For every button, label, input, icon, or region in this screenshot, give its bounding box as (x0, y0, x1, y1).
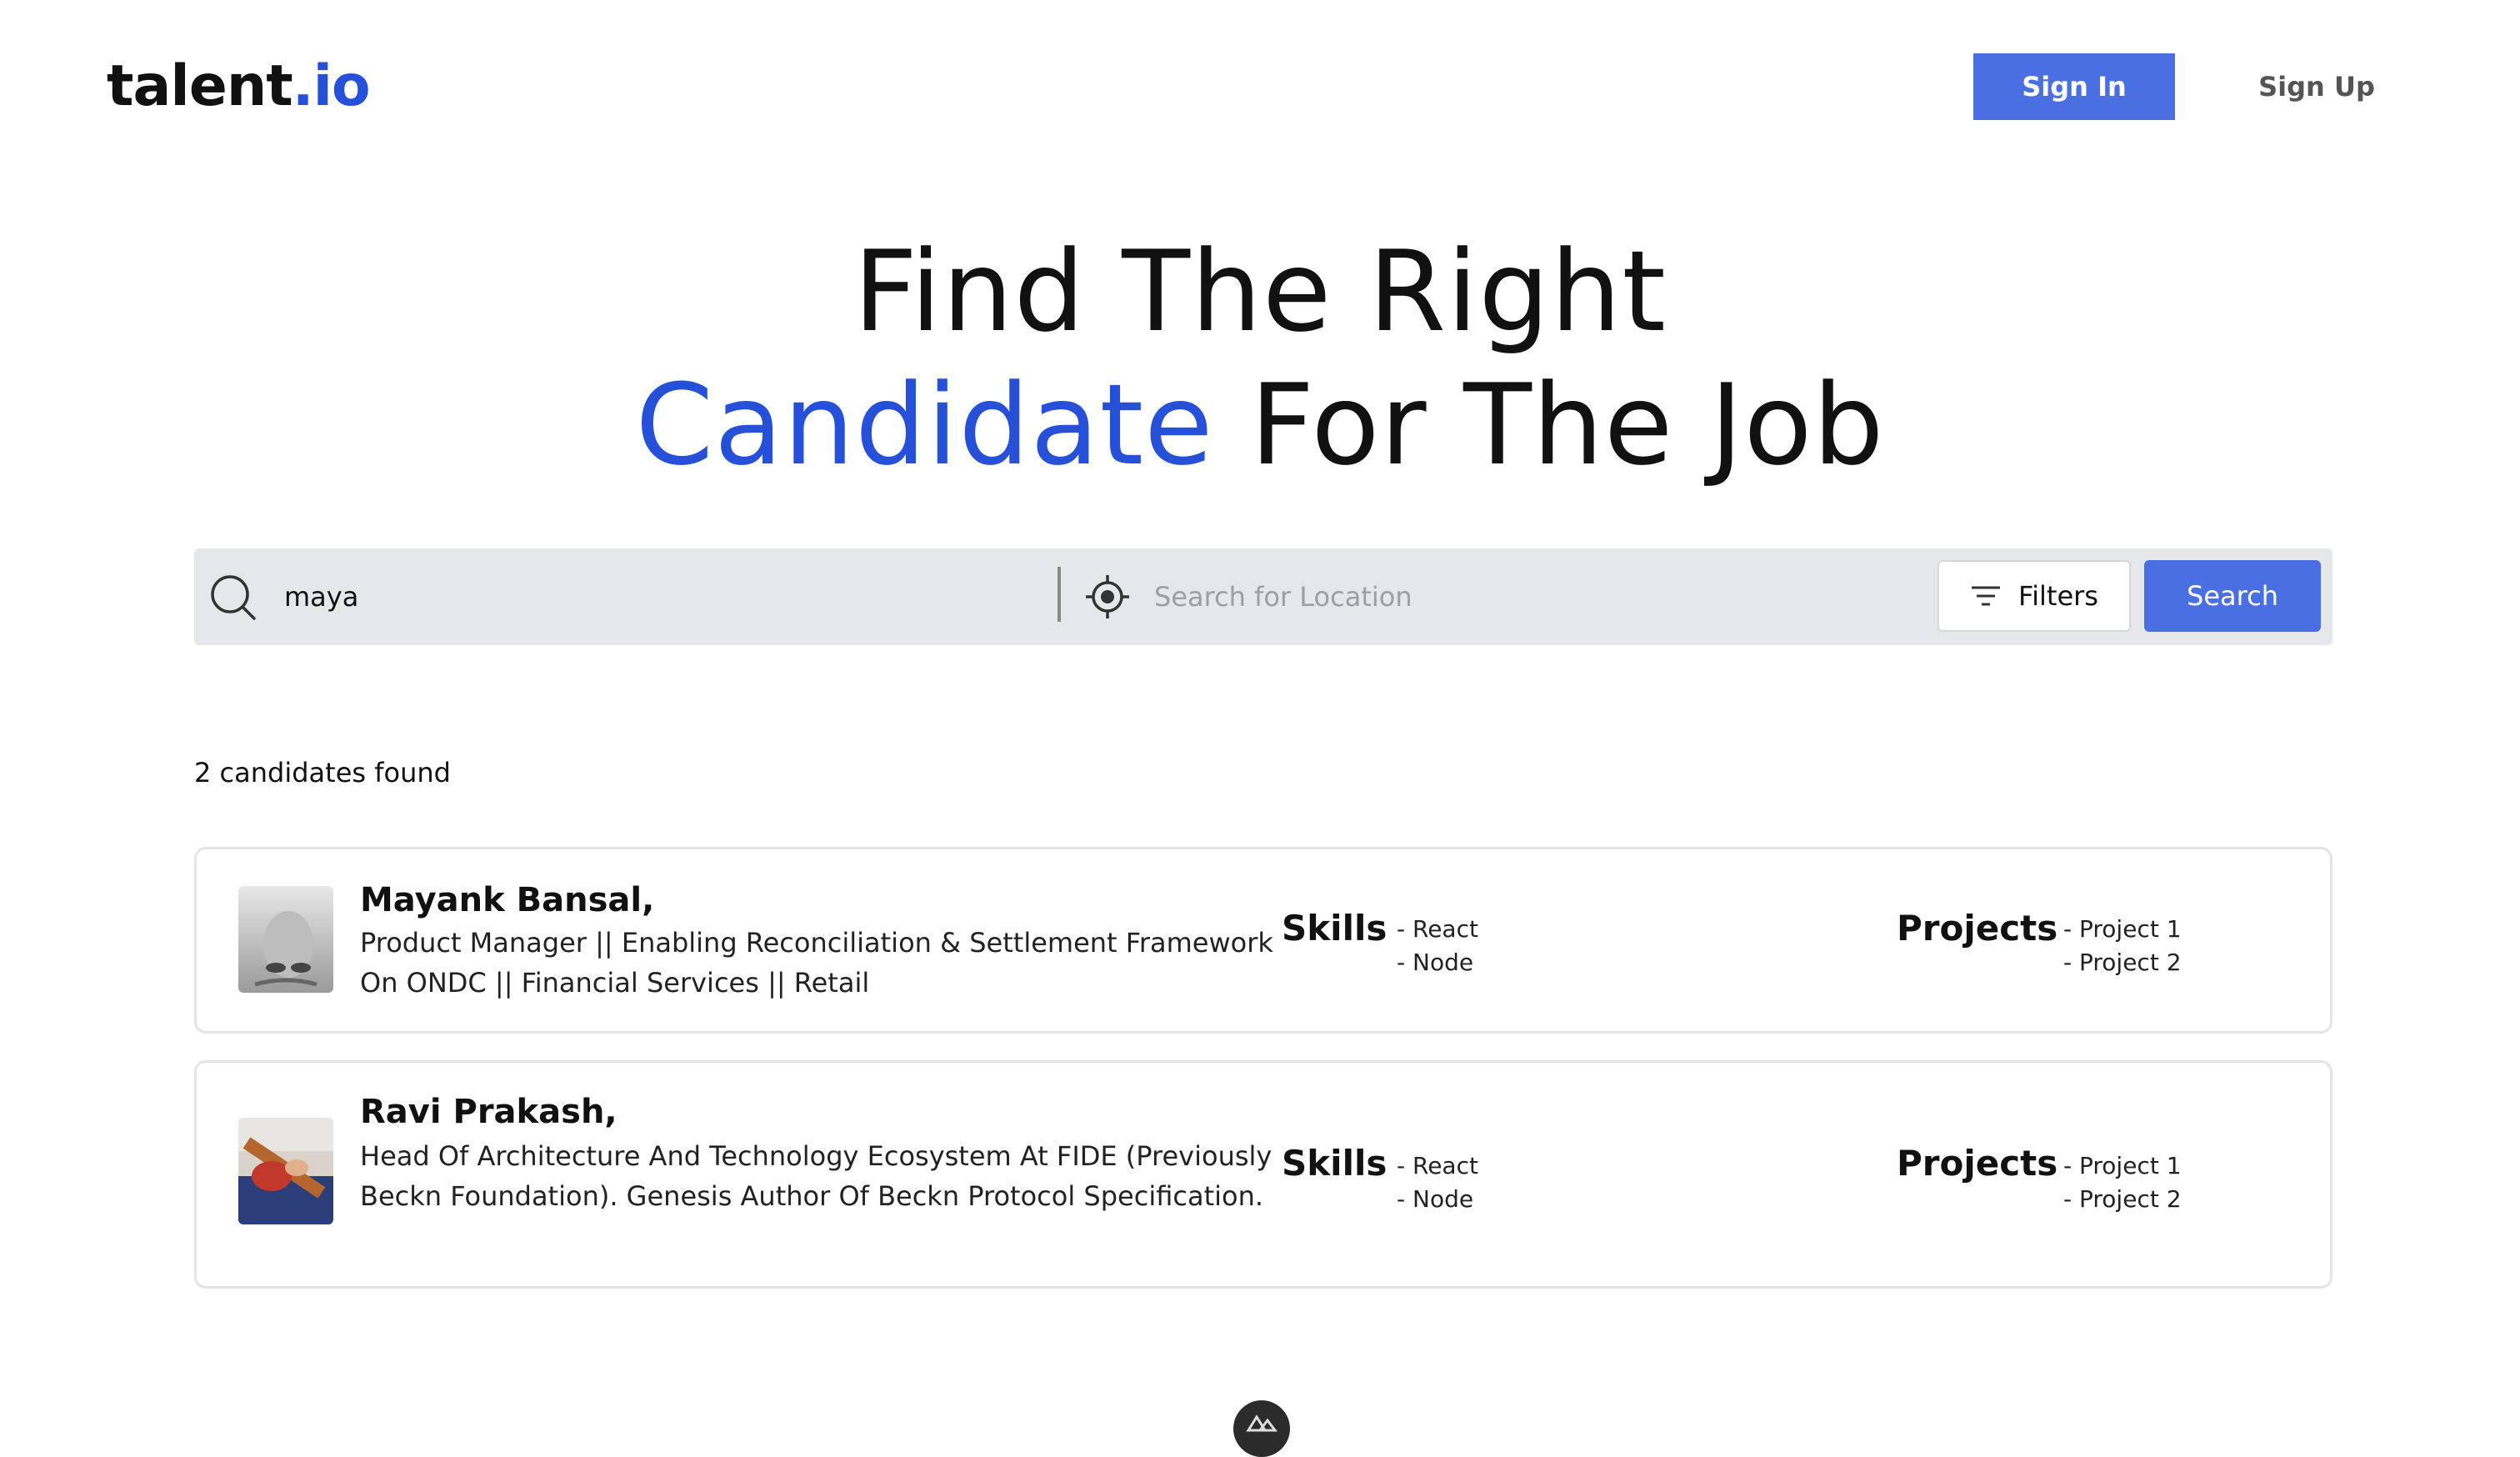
nuxt-logo-icon (1246, 1414, 1278, 1432)
candidate-headline: Product Manager || Enabling Reconciliati… (360, 927, 1273, 999)
candidate-headline: Head Of Architecture And Technology Ecos… (360, 1140, 1272, 1212)
skill-item: - Node (1397, 1185, 1474, 1213)
skills-label: Skills (1282, 908, 1388, 949)
projects-list: - Project 1 - Project 2 (2063, 1149, 2182, 1216)
search-icon (211, 575, 256, 620)
location-input[interactable] (1152, 572, 1902, 622)
candidate-name[interactable]: Ravi Prakash, (360, 1093, 618, 1131)
projects-list: - Project 1 - Project 2 (2063, 913, 2182, 979)
results-count: 2 candidates found (194, 757, 451, 789)
logo-accent-text: .io (292, 53, 371, 119)
skills-label: Skills (1282, 1143, 1388, 1184)
skill-item: - Node (1397, 949, 1474, 976)
projects-label: Projects (1897, 908, 2058, 949)
candidate-card[interactable]: Mayank Bansal, Product Manager || Enabli… (194, 847, 2332, 1034)
filter-icon (1972, 586, 2001, 606)
search-button[interactable]: Search (2144, 560, 2321, 632)
sign-up-button[interactable]: Sign Up (2233, 53, 2400, 120)
hero-heading: Find The Right Candidate For The Job (0, 225, 2520, 492)
project-item: - Project 2 (2063, 1185, 2182, 1213)
hero-accent-word: Candidate (635, 360, 1214, 490)
logo-text: talent (107, 53, 293, 119)
search-bar: Filters Search (194, 548, 2332, 645)
candidate-card[interactable]: Ravi Prakash, Head Of Architecture And T… (194, 1060, 2332, 1289)
nuxt-devtools-badge[interactable] (1233, 1400, 1290, 1457)
skill-item: - React (1397, 915, 1478, 943)
project-item: - Project 2 (2063, 949, 2182, 976)
candidate-name[interactable]: Mayank Bansal, (360, 881, 654, 919)
hero-line-1: Find The Right (853, 227, 1667, 357)
filters-button[interactable]: Filters (1938, 560, 2131, 632)
sign-in-button[interactable]: Sign In (1973, 53, 2175, 120)
logo[interactable]: talent.io (107, 53, 371, 119)
filters-label: Filters (2018, 580, 2098, 612)
hero-line-2-rest: For The Job (1213, 360, 1885, 490)
projects-label: Projects (1897, 1143, 2058, 1184)
skills-list: - React - Node (1397, 1149, 1478, 1216)
search-divider (1058, 567, 1061, 622)
location-target-icon (1086, 575, 1129, 618)
skill-item: - React (1397, 1152, 1478, 1179)
skills-list: - React - Node (1397, 913, 1478, 979)
project-item: - Project 1 (2063, 915, 2182, 943)
hero-line-2: Candidate For The Job (0, 358, 2520, 492)
avatar (238, 1118, 333, 1224)
project-item: - Project 1 (2063, 1152, 2182, 1179)
avatar (238, 886, 333, 993)
site-header: talent.io Sign In Sign Up (0, 0, 2520, 175)
